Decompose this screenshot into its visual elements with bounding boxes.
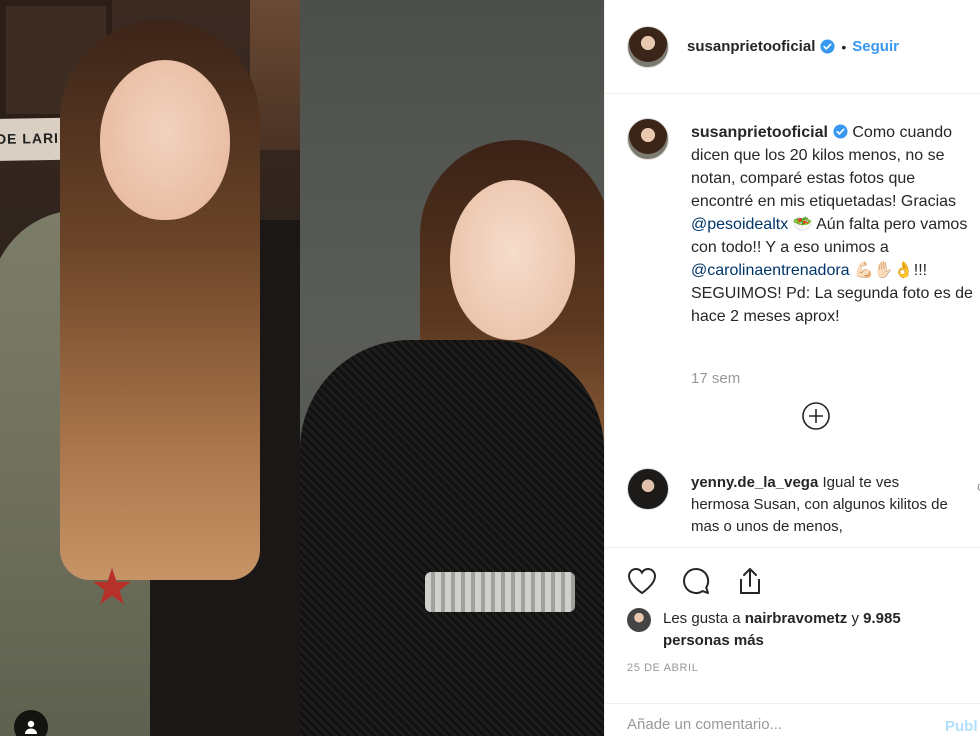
author-username[interactable]: susanprietooficial bbox=[687, 38, 815, 55]
commenter-avatar[interactable] bbox=[627, 468, 669, 510]
commenter-username[interactable]: yenny.de_la_vega bbox=[691, 474, 818, 491]
action-icons bbox=[625, 564, 767, 598]
photo-before: DE LARINGE ★ bbox=[0, 0, 300, 736]
caption-timestamp[interactable]: 17 sem bbox=[691, 370, 740, 387]
verified-badge-icon bbox=[820, 39, 835, 54]
post-date[interactable]: 25 DE ABRIL bbox=[627, 662, 698, 674]
likes-prefix: Les gusta a bbox=[663, 610, 745, 627]
share-icon[interactable] bbox=[733, 564, 767, 598]
comment-bubble-icon[interactable] bbox=[679, 564, 713, 598]
caption-username[interactable]: susanprietooficial bbox=[691, 124, 828, 141]
author-avatar[interactable] bbox=[627, 25, 669, 68]
liker-username[interactable]: nairbravometz bbox=[745, 610, 848, 627]
load-more-comments-icon[interactable] bbox=[801, 401, 831, 431]
post-header: susanprietooficial • Seguir bbox=[605, 0, 980, 94]
mention-link[interactable]: @carolinaentrenadora bbox=[691, 262, 850, 279]
face bbox=[450, 180, 575, 340]
post-image[interactable]: DE LARINGE ★ bbox=[0, 0, 604, 736]
caption-author-avatar[interactable] bbox=[627, 118, 669, 160]
photo-after bbox=[300, 0, 604, 736]
mention-link[interactable]: @pesoidealtx bbox=[691, 216, 788, 233]
separator-dot: • bbox=[841, 38, 847, 55]
star-patch-icon: ★ bbox=[89, 559, 135, 615]
face bbox=[100, 60, 230, 220]
likes-text: Les gusta a nairbravometz y 9.985 person… bbox=[663, 608, 943, 652]
comment-text: yenny.de_la_vega Igual te ves hermosa Su… bbox=[691, 472, 961, 538]
dress bbox=[300, 340, 604, 736]
like-heart-icon[interactable] bbox=[625, 564, 659, 598]
publish-button[interactable]: Publ bbox=[945, 718, 978, 735]
add-comment-bar: Publ bbox=[605, 703, 980, 736]
caption-text: susanprietooficial Como cuando dicen que… bbox=[691, 121, 980, 328]
comment-input[interactable] bbox=[627, 716, 907, 733]
post-sidebar: susanprietooficial • Seguir susanprietoo… bbox=[604, 0, 980, 736]
post-actions: Les gusta a nairbravometz y 9.985 person… bbox=[605, 547, 980, 736]
follow-button[interactable]: Seguir bbox=[852, 38, 899, 55]
verified-badge-icon bbox=[833, 124, 848, 139]
liker-avatar[interactable] bbox=[627, 608, 651, 632]
belt bbox=[425, 572, 575, 612]
tagged-users-icon[interactable] bbox=[14, 710, 48, 736]
likes-conjunction: y bbox=[847, 610, 864, 627]
